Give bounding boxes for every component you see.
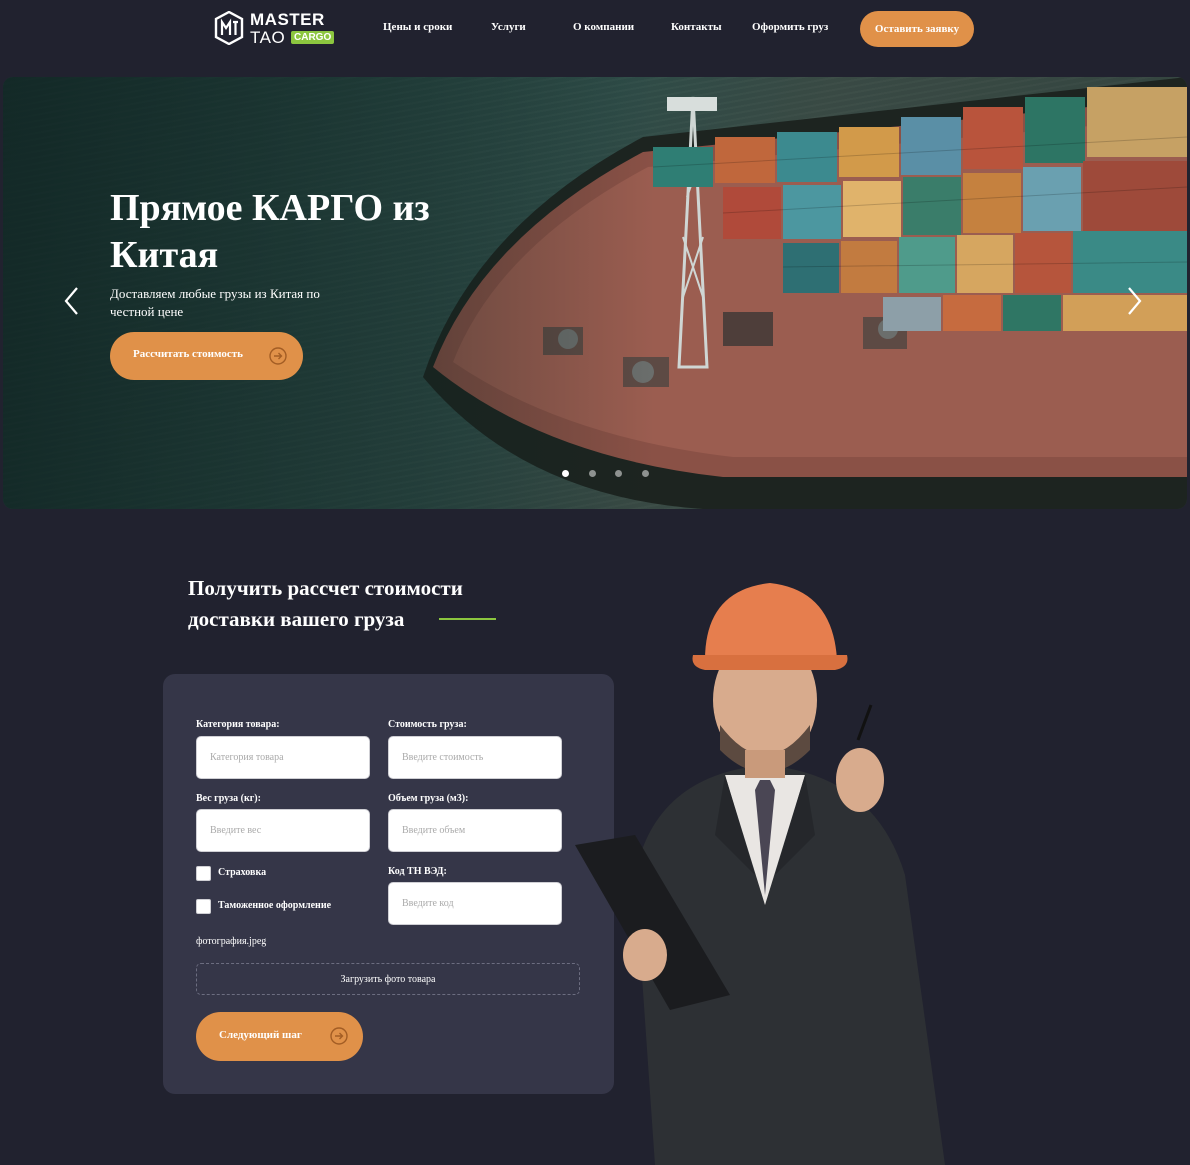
nav-item-about[interactable]: О компании xyxy=(573,21,634,33)
hero-slider: Прямое КАРГО из Китая Доставляем любые г… xyxy=(3,77,1187,509)
title-accent-line xyxy=(439,618,496,620)
calculate-cost-button[interactable]: Рассчитать стоимость xyxy=(110,332,303,380)
weight-label: Вес груза (кг): xyxy=(196,793,261,804)
calculate-cost-label: Рассчитать стоимость xyxy=(133,348,243,360)
slider-dot-2[interactable] xyxy=(589,470,596,477)
chevron-left-icon[interactable] xyxy=(61,285,83,317)
volume-input[interactable] xyxy=(388,809,562,852)
cost-label: Стоимость груза: xyxy=(388,719,467,730)
uploaded-file-name: фотография.jpeg xyxy=(196,936,267,947)
cost-input[interactable] xyxy=(388,736,562,779)
site-header: MASTER TAO CARGO Цены и сроки Услуги О к… xyxy=(0,0,1190,60)
next-step-label: Следующий шаг xyxy=(219,1029,302,1041)
logo[interactable]: MASTER TAO CARGO xyxy=(214,10,335,48)
upload-photo-button[interactable]: Загрузить фото товара xyxy=(196,963,580,995)
insurance-checkbox[interactable] xyxy=(196,866,211,881)
slider-dot-1[interactable] xyxy=(562,470,569,477)
nav-item-prices[interactable]: Цены и сроки xyxy=(383,21,452,33)
slider-dot-4[interactable] xyxy=(642,470,649,477)
customs-checkbox[interactable] xyxy=(196,899,211,914)
nav-item-services[interactable]: Услуги xyxy=(491,21,526,33)
tnved-label: Код ТН ВЭД: xyxy=(388,866,447,877)
nav-item-order[interactable]: Оформить груз xyxy=(752,21,828,33)
logo-badge-cargo: CARGO xyxy=(291,31,335,44)
engineer-photo xyxy=(575,583,945,1165)
leave-request-button[interactable]: Оставить заявку xyxy=(860,11,974,47)
logo-mark-icon xyxy=(214,11,244,45)
logo-text-master: MASTER xyxy=(250,10,325,29)
calculator-title: Получить рассчет стоимости доставки ваше… xyxy=(188,576,463,631)
tnved-input[interactable] xyxy=(388,882,562,925)
category-label: Категория товара: xyxy=(196,719,280,730)
category-input[interactable] xyxy=(196,736,370,779)
customs-label: Таможенное оформление xyxy=(218,900,332,911)
slider-dot-3[interactable] xyxy=(615,470,622,477)
logo-text-tao: TAO xyxy=(250,28,286,47)
hero-title: Прямое КАРГО из Китая xyxy=(110,187,430,276)
next-step-button[interactable]: Следующий шаг xyxy=(196,1012,363,1061)
arrow-right-circle-icon xyxy=(269,347,287,365)
volume-label: Объем груза (м3): xyxy=(388,793,469,804)
arrow-right-circle-icon xyxy=(330,1027,348,1045)
hero-subtitle: Доставляем любые грузы из Китая по честн… xyxy=(110,286,320,319)
weight-input[interactable] xyxy=(196,809,370,852)
insurance-label: Страховка xyxy=(218,867,267,878)
nav-item-contacts[interactable]: Контакты xyxy=(671,21,722,33)
chevron-right-icon[interactable] xyxy=(1123,285,1145,317)
